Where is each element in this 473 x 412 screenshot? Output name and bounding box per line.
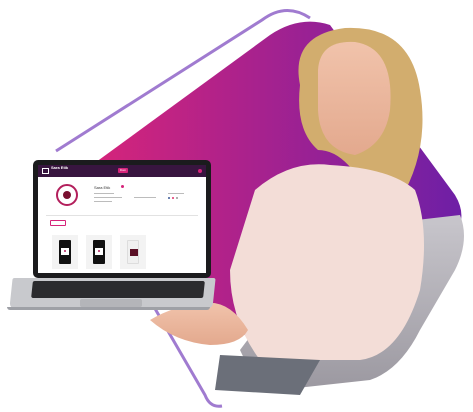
- store-info-line: [94, 193, 114, 194]
- instagram-icon[interactable]: [172, 197, 174, 199]
- laptop-trackpad: [80, 299, 142, 307]
- coffee-bag-image: [59, 240, 71, 264]
- divider: [46, 215, 198, 216]
- store-logo: [56, 184, 78, 206]
- store-info-line: [94, 201, 112, 202]
- verified-badge-icon: [121, 185, 124, 188]
- coffee-bag-image: [127, 240, 139, 264]
- laptop-keyboard: [31, 281, 205, 298]
- share-icon[interactable]: [176, 197, 178, 199]
- product-card[interactable]: [120, 235, 146, 269]
- laptop: Sara Etik Dom Sara Etik: [0, 0, 473, 412]
- follow-button[interactable]: [50, 220, 66, 226]
- product-card[interactable]: [86, 235, 112, 269]
- site-header: Sara Etik Dom: [38, 165, 206, 177]
- store-info-line: [168, 193, 184, 194]
- facebook-icon[interactable]: [168, 197, 170, 199]
- coffee-bag-image: [93, 240, 105, 264]
- store-name: Sara Etik: [94, 185, 111, 190]
- brand-logo-icon: [42, 168, 49, 174]
- store-info-line: [134, 197, 156, 198]
- product-card[interactable]: [52, 235, 78, 269]
- laptop-screen: Sara Etik Dom Sara Etik: [38, 165, 206, 273]
- store-info-line: [94, 197, 122, 198]
- cart-icon[interactable]: [198, 169, 202, 173]
- laptop-base-edge: [7, 307, 210, 310]
- nav-active-item[interactable]: Dom: [118, 168, 128, 173]
- brand-name: Sara Etik: [51, 165, 69, 170]
